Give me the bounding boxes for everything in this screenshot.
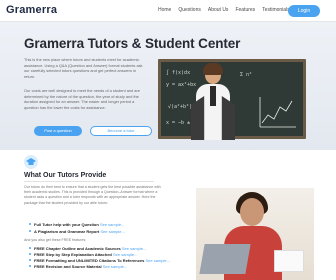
feature-item: FREE Chapter Outline and Academic Source… xyxy=(34,246,146,251)
section-paragraph-1: Our tutors do their best to ensure that … xyxy=(24,185,161,205)
nav-link-questions[interactable]: Questions xyxy=(178,7,201,13)
feature-label: Full Tutor help with your Question xyxy=(34,222,99,227)
bullet-icon xyxy=(29,230,31,232)
graduation-cap-icon xyxy=(24,155,38,169)
nav-link-features[interactable]: Features xyxy=(235,7,255,13)
feature-item: Full Tutor help with your Question See s… xyxy=(34,222,124,227)
feature-label: FREE Formatting and UNLIMITED Citations … xyxy=(34,258,145,263)
hero-paragraph-2: Our costs are well designed to meet the … xyxy=(24,88,140,110)
feature-item: FREE Formatting and UNLIMITED Citations … xyxy=(34,258,170,263)
bullet-icon xyxy=(29,253,31,255)
laptop-image xyxy=(199,244,251,274)
nav-links: Home Questions About Us Features Testimo… xyxy=(158,7,297,13)
see-sample-link[interactable]: See sample... xyxy=(103,264,127,269)
nav-link-testimonials[interactable]: Testimonials xyxy=(262,7,290,13)
login-button[interactable]: Login xyxy=(288,5,320,17)
nav-link-about[interactable]: About Us xyxy=(208,7,229,13)
bullet-icon xyxy=(29,247,31,249)
chalk-formula: y = ax²+bx xyxy=(166,82,197,88)
student-head xyxy=(240,198,264,226)
hero-title: Gramerra Tutors & Student Center xyxy=(24,36,241,51)
section-divider xyxy=(24,181,154,182)
section-title: What Our Tutors Provide xyxy=(24,172,107,179)
top-navigation: Gramerra Home Questions About Us Feature… xyxy=(0,0,336,22)
chalk-formula: ∫ f(x)dx xyxy=(166,70,191,76)
see-sample-link[interactable]: See sample... xyxy=(146,258,170,263)
chalk-formula: √(a²+b²) xyxy=(168,104,193,110)
student-photo xyxy=(196,188,314,280)
see-sample-link[interactable]: See sample... xyxy=(122,246,146,251)
bullet-icon xyxy=(29,223,31,225)
feature-item: FREE Step by Step Explanation Attached S… xyxy=(34,252,137,257)
feature-label: A Plagiarism and Grammar Report xyxy=(34,229,100,234)
bullet-icon xyxy=(29,259,31,261)
see-sample-link[interactable]: See sample... xyxy=(100,229,124,234)
section-paragraph-2: And you also get these FREE features: xyxy=(24,238,87,242)
hero-paragraph-1: This is the new place where tutors and s… xyxy=(24,57,143,79)
become-tutor-button[interactable]: Become a tutor xyxy=(90,126,152,136)
feature-label: FREE Chapter Outline and Academic Source… xyxy=(34,246,121,251)
teacher-tie xyxy=(210,86,216,106)
feature-label: FREE Step by Step Explanation Attached xyxy=(34,252,112,257)
bullet-icon xyxy=(29,265,31,267)
notebook-image xyxy=(274,250,304,272)
chalk-graph-icon xyxy=(259,97,296,128)
see-sample-link[interactable]: See sample... xyxy=(113,252,137,257)
nav-link-home[interactable]: Home xyxy=(158,7,171,13)
feature-item: FREE Revision and Source Material See sa… xyxy=(34,264,127,269)
see-sample-link[interactable]: See sample... xyxy=(100,222,124,227)
teacher-hair xyxy=(203,63,223,75)
site-logo[interactable]: Gramerra xyxy=(6,4,57,16)
chalk-formula: Σ n² xyxy=(240,72,253,78)
post-question-button[interactable]: Post a question xyxy=(34,126,82,136)
feature-item: A Plagiarism and Grammar Report See samp… xyxy=(34,229,125,234)
feature-label: FREE Revision and Source Material xyxy=(34,264,102,269)
